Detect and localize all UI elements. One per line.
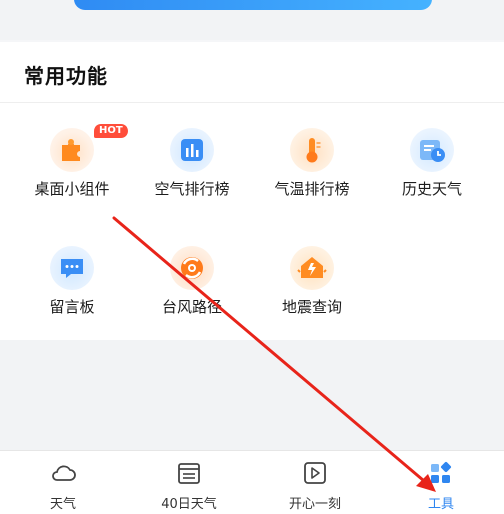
nav-label: 40日天气 (161, 497, 217, 512)
tool-air-ranking[interactable]: 空气排行榜 (130, 128, 250, 218)
thermometer-icon (290, 128, 334, 172)
section-divider (0, 102, 504, 103)
top-banner-area (0, 0, 504, 40)
tool-label: 地震查询 (281, 298, 342, 316)
puzzle-icon (50, 128, 94, 172)
section-title: 常用功能 (24, 64, 108, 88)
typhoon-icon (170, 246, 214, 290)
tool-label: 气温排行榜 (274, 180, 350, 198)
nav-tab-40day[interactable]: 40日天气 (126, 451, 252, 514)
tool-label: 留言板 (49, 298, 95, 316)
calendar-icon (178, 463, 200, 484)
tools-icon (431, 461, 452, 483)
nav-tab-fun[interactable]: 开心一刻 (252, 451, 378, 514)
top-banner-button[interactable] (74, 0, 432, 10)
bottom-navigation: 天气 40日天气 开心一刻 工具 (0, 450, 504, 514)
cloud-icon (52, 465, 76, 481)
nav-label: 天气 (49, 497, 76, 512)
nav-tab-weather[interactable]: 天气 (0, 451, 126, 514)
tool-history-weather[interactable]: 历史天气 (370, 128, 490, 218)
nav-label: 工具 (427, 497, 454, 512)
tool-temperature-ranking[interactable]: 气温排行榜 (250, 128, 370, 218)
tool-label: 桌面小组件 (34, 180, 110, 198)
tool-label: 历史天气 (401, 180, 462, 198)
tool-message-board[interactable]: 留言板 (10, 246, 130, 336)
calendar-clock-icon (410, 128, 454, 172)
nav-label: 开心一刻 (288, 497, 341, 512)
bar-chart-icon (170, 128, 214, 172)
hot-badge: HOT (94, 124, 128, 138)
common-functions-card: 常用功能 HOT 桌面小组件 空气排行榜 气温排行榜 历史天气 留言板 台风路径… (0, 42, 504, 340)
earthquake-icon (290, 246, 334, 290)
tool-typhoon-path[interactable]: 台风路径 (130, 246, 250, 336)
tool-desktop-widget[interactable]: HOT 桌面小组件 (10, 124, 130, 218)
empty-area (0, 340, 504, 450)
tool-earthquake-query[interactable]: 地震查询 (250, 246, 370, 336)
play-icon (304, 462, 326, 484)
message-board-icon (50, 246, 94, 290)
nav-tab-tools[interactable]: 工具 (378, 451, 504, 514)
tool-label: 空气排行榜 (154, 180, 230, 198)
tool-label: 台风路径 (161, 298, 222, 316)
